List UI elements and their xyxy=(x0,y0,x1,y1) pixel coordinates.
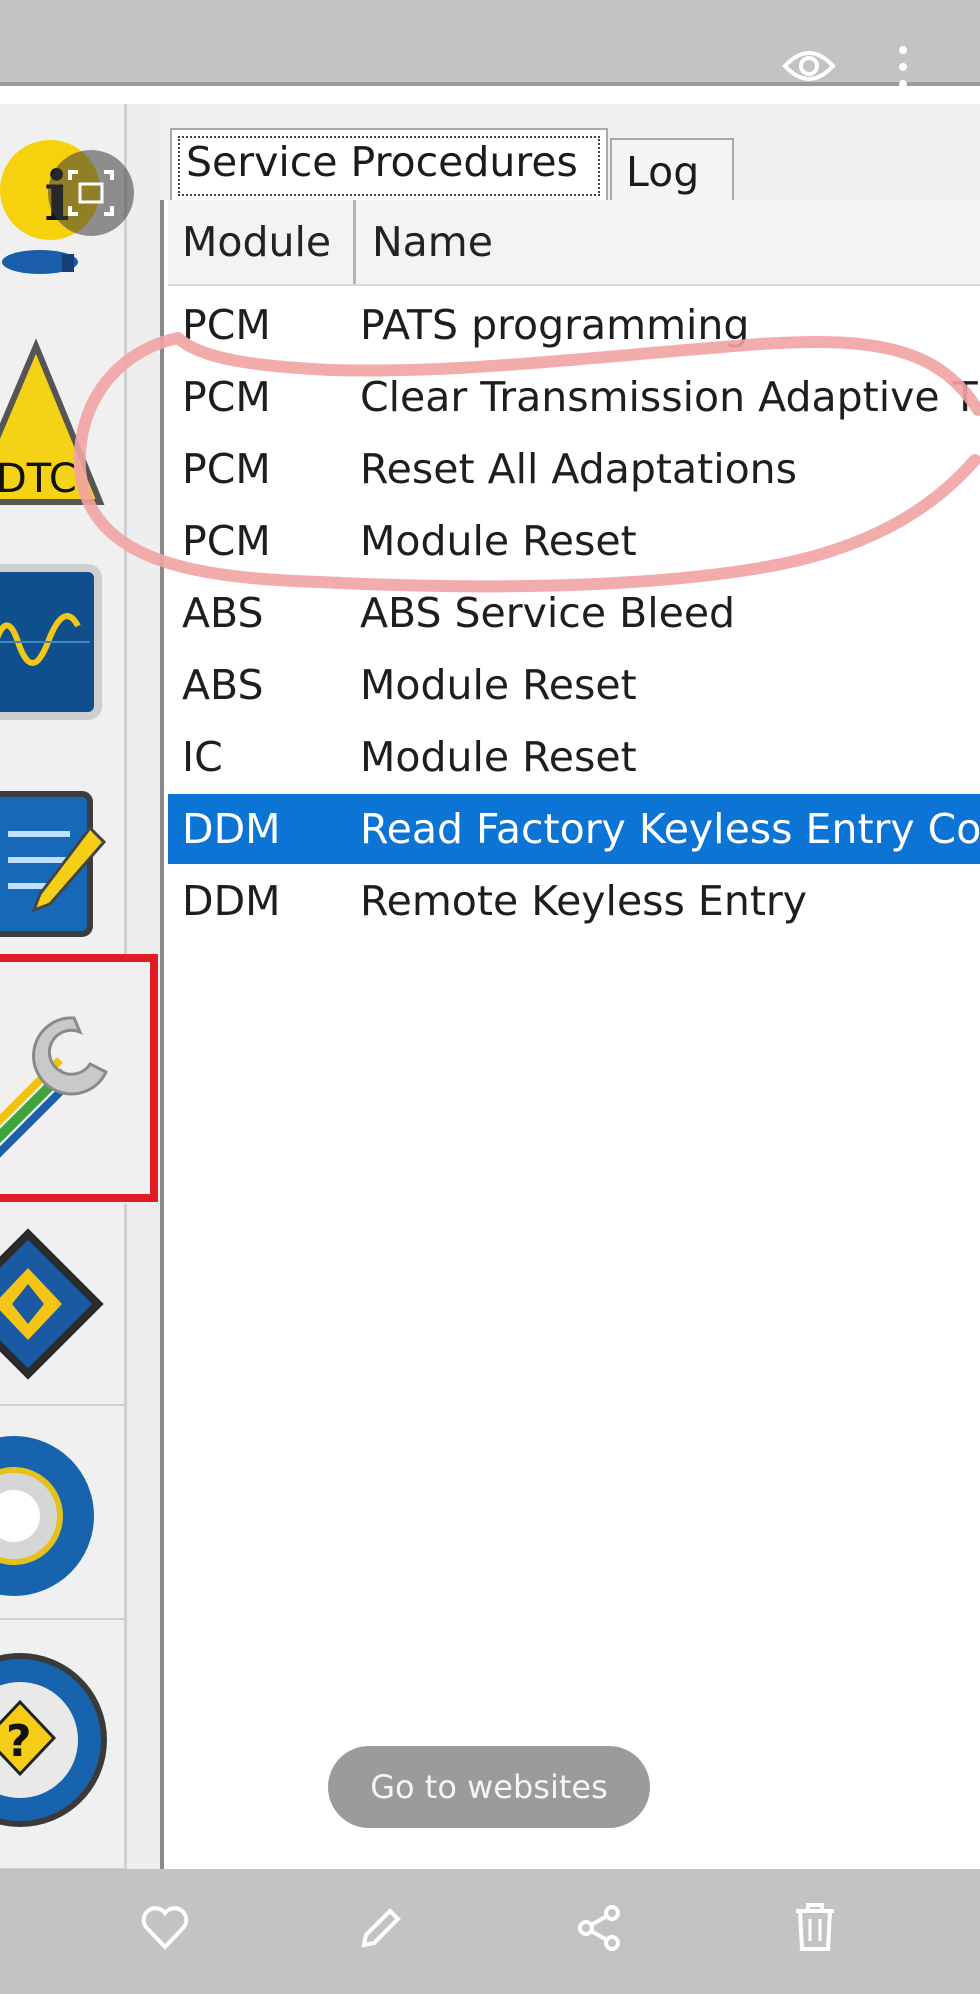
table-row[interactable]: PCM PATS programming xyxy=(168,290,980,360)
table-row[interactable]: DDM Remote Keyless Entry xyxy=(168,866,980,936)
cell-module: DDM xyxy=(182,805,281,853)
cell-module: ABS xyxy=(182,589,264,637)
cell-module: DDM xyxy=(182,877,281,925)
cell-name: Reset All Adaptations xyxy=(360,445,798,493)
cell-module: IC xyxy=(182,733,223,781)
table-row[interactable]: PCM Reset All Adaptations xyxy=(168,434,980,504)
table-row[interactable]: PCM Module Reset xyxy=(168,506,980,576)
oscilloscope-icon xyxy=(0,564,102,720)
cell-module: PCM xyxy=(182,373,271,421)
sidebar-item-help[interactable]: ? xyxy=(0,1620,127,1871)
tab-service-procedures[interactable]: Service Procedures xyxy=(170,128,608,200)
share-icon[interactable] xyxy=(574,1903,624,1953)
heart-icon[interactable] xyxy=(140,1905,190,1951)
checklist-pencil-icon xyxy=(0,791,107,937)
focus-rect xyxy=(178,136,600,196)
table-row[interactable]: PCM Clear Transmission Adaptive T xyxy=(168,362,980,432)
sidebar-item-settings[interactable] xyxy=(0,1406,127,1621)
cell-name: ABS Service Bleed xyxy=(360,589,736,637)
tab-log[interactable]: Log xyxy=(610,138,734,202)
dtc-warning-icon: DTC xyxy=(0,338,105,505)
table-row[interactable]: ABS Module Reset xyxy=(168,650,980,720)
cell-name: Module Reset xyxy=(360,661,637,709)
column-header-module[interactable]: Module xyxy=(168,200,356,284)
procedures-table: Module Name PCM PATS programming PCM Clear… xyxy=(160,200,980,1870)
svg-text:DTC: DTC xyxy=(0,456,77,502)
delete-icon[interactable] xyxy=(792,1901,838,1953)
viewer-top-bar xyxy=(0,0,980,88)
viewer-bottom-bar xyxy=(0,1869,980,1994)
cell-module: PCM xyxy=(182,517,271,565)
sidebar-item-programming[interactable] xyxy=(0,1204,127,1407)
go-to-websites-button[interactable]: Go to websites xyxy=(328,1746,650,1828)
table-row[interactable]: ABS ABS Service Bleed xyxy=(168,578,980,648)
cell-name: Remote Keyless Entry xyxy=(360,877,808,925)
table-row[interactable]: IC Module Reset xyxy=(168,722,980,792)
wrench-icon xyxy=(0,1016,108,1158)
tab-strip: Service Procedures Log xyxy=(160,104,980,202)
cell-name: Module Reset xyxy=(360,733,637,781)
image-search-chip[interactable] xyxy=(48,150,134,236)
help-steering-icon: ? xyxy=(0,1653,107,1827)
sidebar-item-oscilloscope[interactable] xyxy=(0,530,127,747)
cell-name: Module Reset xyxy=(360,517,637,565)
image-search-icon xyxy=(68,170,114,216)
column-header-name[interactable]: Name xyxy=(358,200,980,284)
chip-icon xyxy=(0,1228,104,1380)
sidebar-item-checklist[interactable] xyxy=(0,744,127,961)
cell-name: Read Factory Keyless Entry Co xyxy=(360,805,980,853)
more-vert-icon[interactable] xyxy=(893,44,913,90)
cell-module: PCM xyxy=(182,301,271,349)
sidebar-item-toolbox[interactable] xyxy=(0,954,158,1202)
tool-sidebar: i DTC xyxy=(0,104,164,1871)
svg-text:?: ? xyxy=(6,1716,32,1767)
cell-name: Clear Transmission Adaptive T xyxy=(360,373,978,421)
table-header: Module Name xyxy=(168,200,980,286)
cell-module: PCM xyxy=(182,445,271,493)
edit-icon[interactable] xyxy=(356,1903,406,1953)
cell-module: ABS xyxy=(182,661,264,709)
cell-name: PATS programming xyxy=(360,301,750,349)
eye-icon[interactable] xyxy=(782,44,836,88)
gear-icon xyxy=(0,1436,94,1596)
tab-label: Log xyxy=(626,148,700,196)
table-row-selected[interactable]: DDM Read Factory Keyless Entry Co xyxy=(168,794,980,864)
sidebar-item-dtc[interactable]: DTC xyxy=(0,316,127,533)
